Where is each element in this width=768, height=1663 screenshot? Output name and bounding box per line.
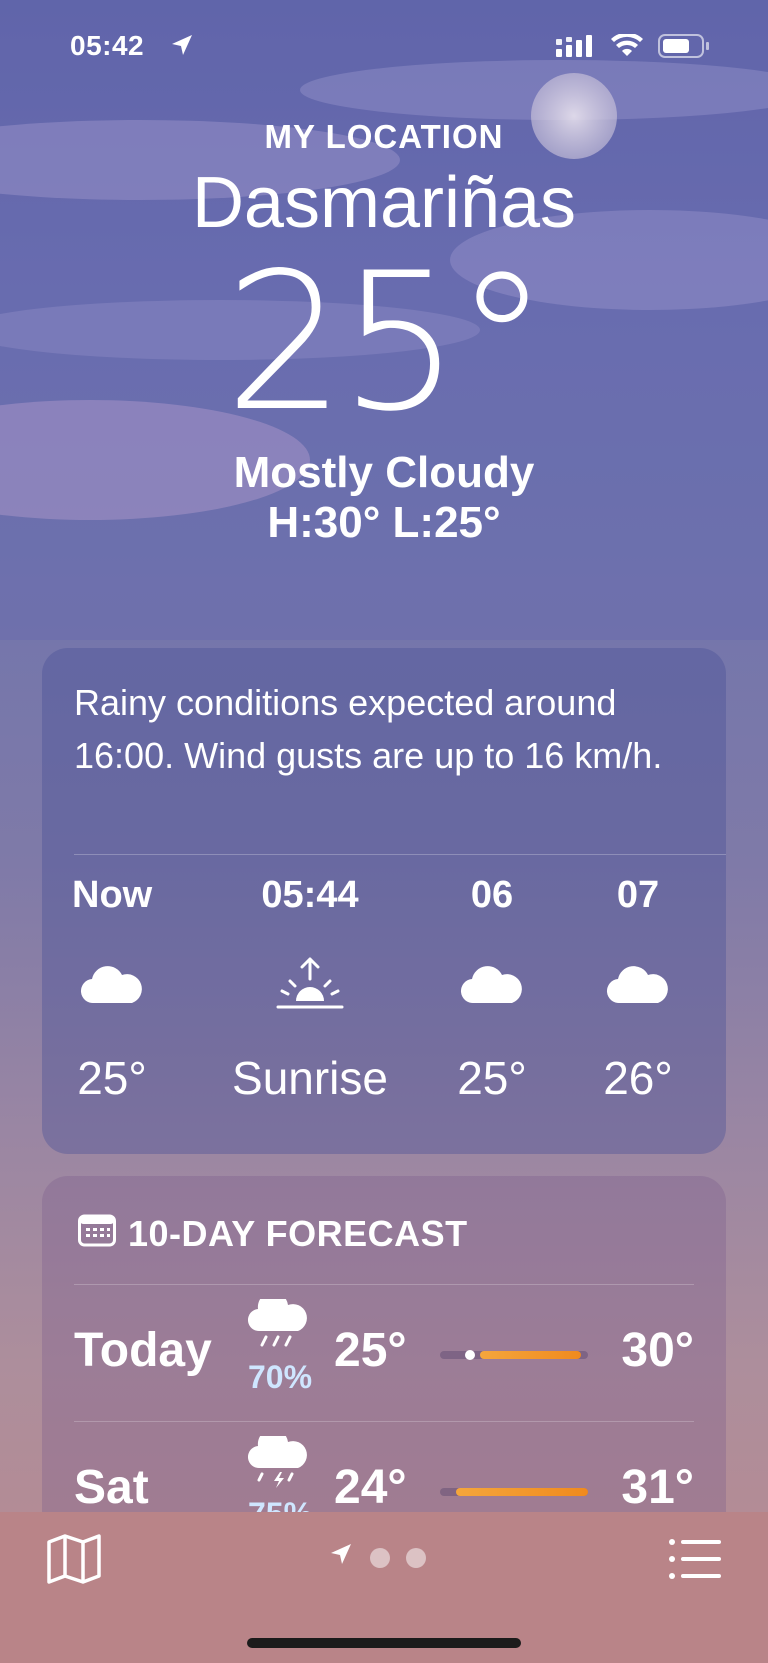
map-icon[interactable] bbox=[46, 1534, 102, 1589]
hour-item: Now 25° bbox=[72, 874, 152, 1105]
page-dot[interactable] bbox=[370, 1547, 390, 1568]
hour-value: 25° bbox=[77, 1052, 147, 1104]
hour-label: 06 bbox=[470, 874, 514, 916]
high-low-text: H:30° L:25° bbox=[267, 498, 501, 547]
hour-label: 07 bbox=[616, 874, 660, 916]
hour-item: 06 25° bbox=[452, 874, 532, 1105]
hourly-forecast-card[interactable]: Rainy conditions expected around 16:00. … bbox=[42, 648, 726, 1154]
day-label: Sat bbox=[74, 1461, 149, 1514]
location-arrow-icon bbox=[328, 1542, 354, 1573]
page-dot[interactable] bbox=[406, 1547, 426, 1568]
home-indicator bbox=[247, 1638, 521, 1648]
hour-value: 25° bbox=[457, 1052, 527, 1104]
page-indicator[interactable] bbox=[328, 1542, 426, 1573]
precip-chance: 70% bbox=[247, 1359, 313, 1395]
cloud-rain-icon bbox=[242, 1291, 318, 1358]
high-temp: 31° bbox=[621, 1461, 694, 1514]
hour-item: 07 26° bbox=[598, 874, 678, 1105]
calendar-icon bbox=[78, 1213, 116, 1256]
forecast-summary: Rainy conditions expected around 16:00. … bbox=[74, 682, 663, 776]
battery-icon bbox=[658, 34, 710, 63]
temperature-range-fill bbox=[456, 1488, 588, 1496]
location-arrow-icon bbox=[170, 33, 194, 64]
current-temperature: 25° bbox=[224, 232, 550, 453]
hour-value: 26° bbox=[603, 1052, 673, 1104]
day-label: Today bbox=[74, 1324, 212, 1377]
card-divider bbox=[74, 854, 726, 855]
cloud-bolt-rain-icon bbox=[242, 1428, 318, 1495]
cloud-icon bbox=[452, 945, 532, 1025]
forecast-title: 10-DAY FORECAST bbox=[128, 1213, 468, 1254]
list-icon[interactable] bbox=[668, 1538, 722, 1585]
hour-item: 05:44 Sunrise bbox=[220, 874, 400, 1105]
hour-label: Now bbox=[72, 874, 153, 916]
low-temp: 25° bbox=[334, 1324, 407, 1377]
cloud-icon bbox=[598, 945, 678, 1025]
temperature-range-bar bbox=[440, 1350, 588, 1360]
high-temp: 30° bbox=[621, 1324, 694, 1377]
status-bar: 05:42 bbox=[70, 30, 710, 66]
status-time: 05:42 bbox=[70, 30, 145, 61]
cloud-icon bbox=[72, 945, 152, 1025]
hour-value: Sunrise bbox=[232, 1052, 388, 1104]
location-header: MY LOCATION Dasmariñas 25° Mostly Cloudy… bbox=[0, 118, 768, 548]
forecast-row-today[interactable]: Today 70% 25° 30° bbox=[42, 1285, 726, 1421]
low-temp: 24° bbox=[334, 1461, 407, 1514]
wifi-icon bbox=[610, 32, 644, 63]
temperature-range-bar bbox=[440, 1488, 588, 1496]
temperature-range-fill bbox=[479, 1351, 581, 1359]
cellular-signal-icon bbox=[556, 35, 596, 62]
location-label: MY LOCATION bbox=[264, 118, 504, 155]
hourly-list[interactable]: Now 25° 05:44 Sunrise 06 25° 07 26° bbox=[42, 874, 726, 1134]
forecast-header: 10-DAY FORECAST bbox=[42, 1176, 726, 1264]
hour-label: 05:44 bbox=[261, 874, 359, 916]
condition-text: Mostly Cloudy bbox=[233, 448, 535, 497]
sunrise-icon bbox=[220, 945, 400, 1025]
current-temp-dot bbox=[464, 1350, 475, 1360]
